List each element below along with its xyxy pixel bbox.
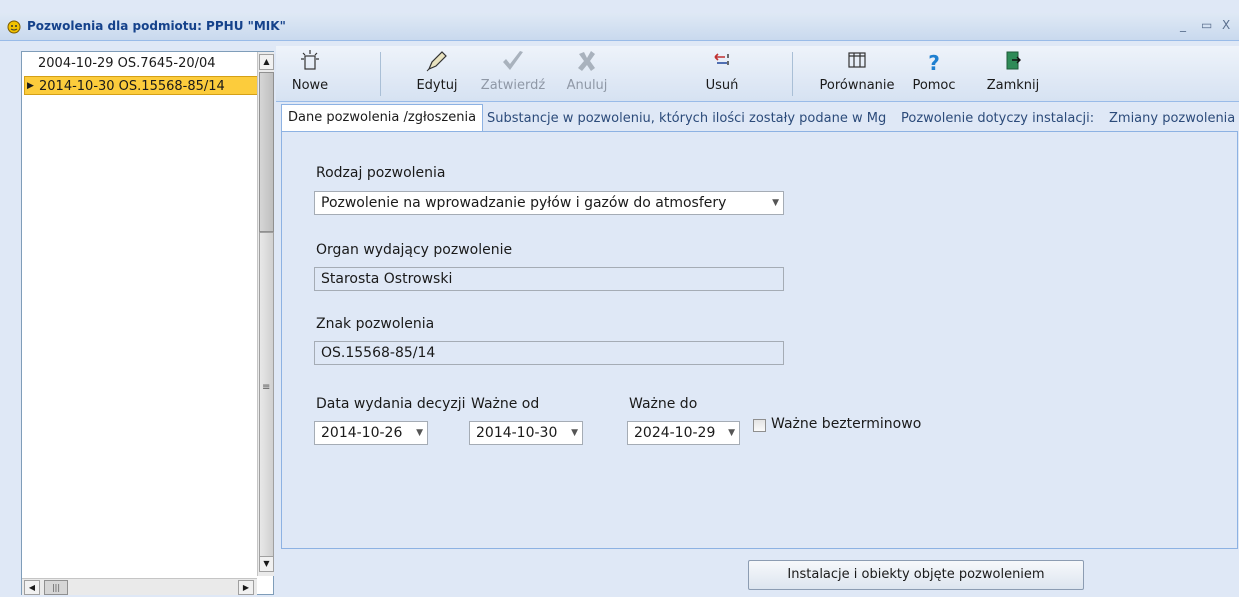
delete-arrows-icon bbox=[702, 50, 742, 76]
maximize-button[interactable]: ▭ bbox=[1201, 18, 1212, 32]
valid-indefinitely-label: Ważne bezterminowo bbox=[771, 416, 922, 432]
grip-icon: ≡ bbox=[262, 382, 271, 393]
chevron-down-icon: ▼ bbox=[571, 428, 578, 438]
cross-icon bbox=[562, 50, 612, 76]
valid-indefinitely-checkbox[interactable] bbox=[753, 419, 766, 432]
compare-button[interactable]: Porównanie bbox=[817, 50, 897, 100]
new-button[interactable]: Nowe bbox=[290, 50, 330, 100]
tab-substances[interactable]: Substancje w pozwoleniu, których ilości … bbox=[487, 106, 886, 132]
help-button[interactable]: ? Pomoc bbox=[912, 50, 956, 100]
horizontal-scrollbar-thumb[interactable]: ||| bbox=[44, 580, 68, 595]
scroll-left-button[interactable]: ◀ bbox=[24, 580, 40, 595]
scroll-down-button[interactable]: ▼ bbox=[259, 556, 274, 572]
pencil-icon bbox=[412, 50, 462, 76]
tab-permit-data[interactable]: Dane pozwolenia /zgłoszenia bbox=[281, 104, 484, 134]
scroll-up-button[interactable]: ▲ bbox=[259, 54, 274, 70]
toolbar: Nowe Edytuj Zatwierdź Anuluj Usuń Porówn… bbox=[276, 46, 1239, 102]
list-item[interactable]: 2004-10-29 OS.7645-20/04 bbox=[24, 54, 258, 73]
list-item-text: 2014-10-30 OS.15568-85/14 bbox=[39, 79, 225, 94]
delete-button[interactable]: Usuń bbox=[702, 50, 742, 100]
table-columns-icon bbox=[817, 50, 897, 76]
horizontal-scrollbar[interactable]: ◀ ||| ▶ bbox=[22, 578, 257, 595]
installations-button[interactable]: Instalacje i obiekty objęte pozwoleniem bbox=[748, 560, 1084, 590]
new-document-icon bbox=[290, 50, 330, 76]
title-bar: Pozwolenia dla podmiotu: PPHU "MIK" _ ▭ … bbox=[0, 13, 1239, 41]
checkmark-icon bbox=[480, 50, 546, 76]
question-mark-icon: ? bbox=[928, 51, 940, 75]
permit-number-label: Znak pozwolenia bbox=[316, 316, 435, 332]
chevron-down-icon: ▼ bbox=[416, 428, 423, 438]
scrollbar-track-upper[interactable] bbox=[259, 72, 274, 232]
vertical-scrollbar[interactable]: ▲ ≡ ▼ bbox=[257, 52, 274, 576]
issue-date-label: Data wydania decyzji bbox=[316, 396, 466, 412]
cancel-button[interactable]: Anuluj bbox=[562, 50, 612, 100]
list-item-selected[interactable]: ▶ 2014-10-30 OS.15568-85/14 bbox=[24, 76, 258, 95]
close-window-button[interactable]: Zamknij bbox=[986, 50, 1040, 100]
edit-button[interactable]: Edytuj bbox=[412, 50, 462, 100]
permit-type-select[interactable]: Pozwolenie na wprowadzanie pyłów i gazów… bbox=[314, 191, 784, 215]
app-icon bbox=[7, 20, 21, 34]
scroll-right-button[interactable]: ▶ bbox=[238, 580, 254, 595]
list-item-text: 2004-10-29 OS.7645-20/04 bbox=[38, 56, 216, 71]
exit-door-icon bbox=[986, 50, 1040, 76]
tab-strip: Dane pozwolenia /zgłoszenia Substancje w… bbox=[281, 104, 1239, 134]
permit-number-field[interactable]: OS.15568-85/14 bbox=[314, 341, 784, 365]
permits-window: Pozwolenia dla podmiotu: PPHU "MIK" _ ▭ … bbox=[0, 0, 1239, 597]
permits-list[interactable]: 2004-10-29 OS.7645-20/04 ▶ 2014-10-30 OS… bbox=[21, 51, 274, 595]
chevron-down-icon: ▼ bbox=[728, 428, 735, 438]
issuing-authority-field[interactable]: Starosta Ostrowski bbox=[314, 267, 784, 291]
close-button[interactable]: X bbox=[1222, 18, 1230, 32]
valid-from-picker[interactable]: 2014-10-30 ▼ bbox=[469, 421, 583, 445]
minimize-button[interactable]: _ bbox=[1180, 18, 1186, 32]
valid-from-label: Ważne od bbox=[471, 396, 540, 412]
permit-form: Rodzaj pozwolenia Pozwolenie na wprowadz… bbox=[281, 131, 1238, 549]
issuing-authority-label: Organ wydający pozwolenie bbox=[316, 242, 513, 258]
window-title: Pozwolenia dla podmiotu: PPHU "MIK" bbox=[27, 19, 286, 33]
tab-permit-changes[interactable]: Zmiany pozwolenia bbox=[1109, 106, 1235, 132]
issue-date-picker[interactable]: 2014-10-26 ▼ bbox=[314, 421, 428, 445]
scrollbar-thumb[interactable] bbox=[259, 232, 274, 558]
row-pointer-icon: ▶ bbox=[27, 81, 34, 91]
toolbar-separator bbox=[792, 52, 793, 96]
chevron-down-icon: ▼ bbox=[772, 198, 779, 208]
valid-to-label: Ważne do bbox=[629, 396, 698, 412]
toolbar-separator bbox=[380, 52, 381, 96]
permit-type-label: Rodzaj pozwolenia bbox=[316, 165, 446, 181]
tab-installations[interactable]: Pozwolenie dotyczy instalacji: bbox=[901, 106, 1094, 132]
valid-to-picker[interactable]: 2024-10-29 ▼ bbox=[627, 421, 740, 445]
confirm-button[interactable]: Zatwierdź bbox=[480, 50, 546, 100]
